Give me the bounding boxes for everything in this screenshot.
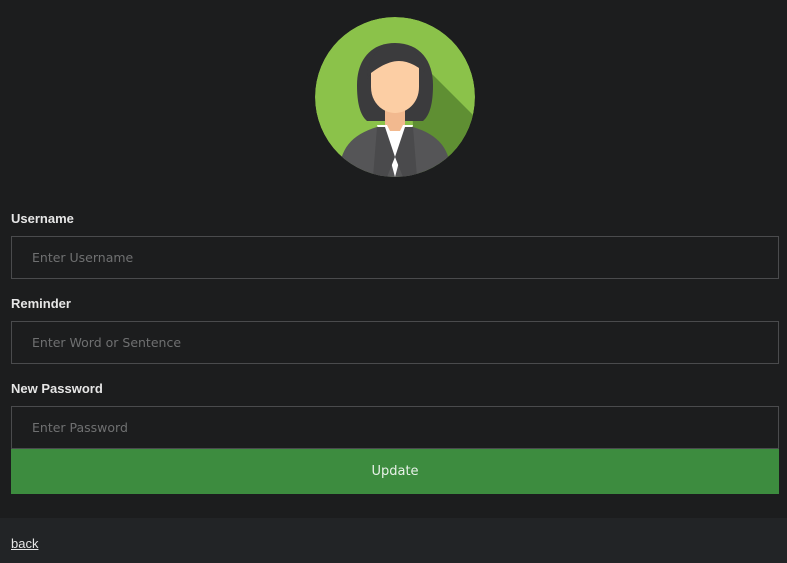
update-button[interactable]: Update (11, 449, 779, 494)
back-link[interactable]: back (11, 536, 38, 551)
footer: back (0, 518, 787, 563)
female-user-avatar-icon (315, 17, 475, 177)
reset-form: Username Reminder New Password (11, 210, 779, 465)
reminder-label: Reminder (11, 296, 71, 311)
reminder-input[interactable] (11, 321, 779, 364)
username-label: Username (11, 211, 74, 226)
new-password-input[interactable] (11, 406, 779, 449)
new-password-label: New Password (11, 381, 103, 396)
password-reset-page: Username Reminder New Password Update ba… (0, 0, 787, 563)
username-input[interactable] (11, 236, 779, 279)
